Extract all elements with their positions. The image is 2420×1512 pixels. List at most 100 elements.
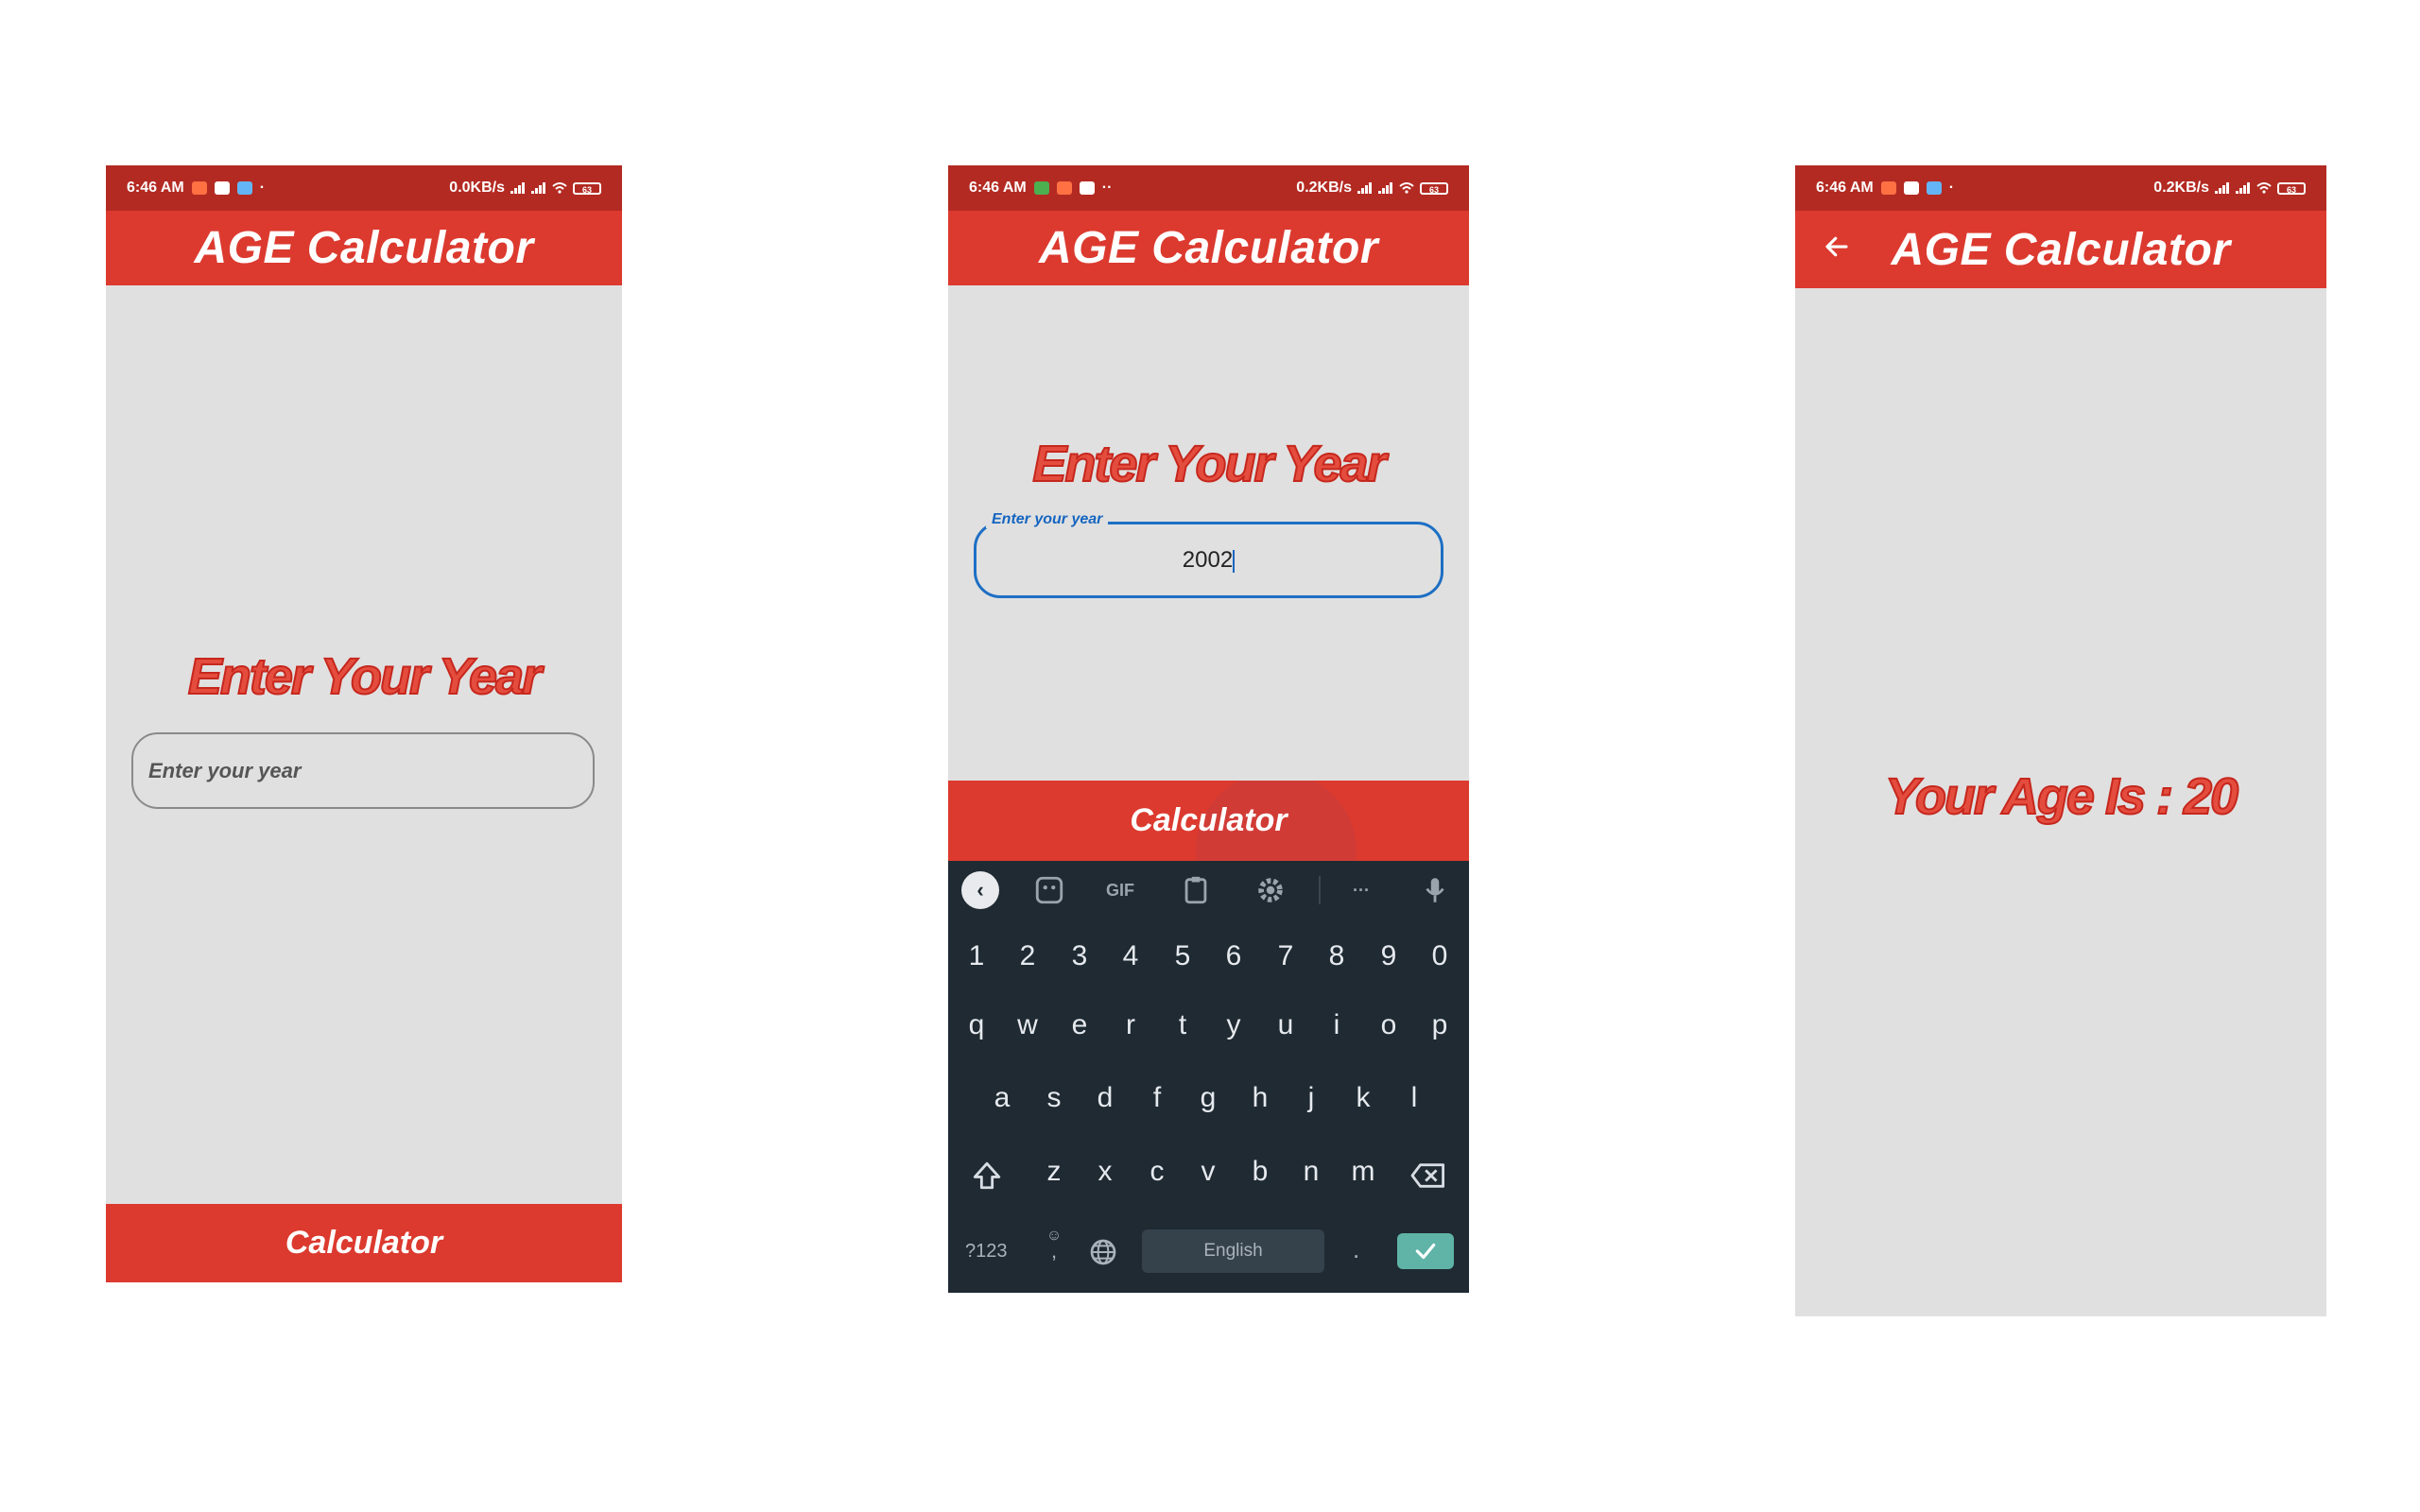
key-5[interactable]: 5 (1164, 940, 1201, 972)
app-title: AGE Calculator (1038, 223, 1379, 273)
toolbar-divider (1319, 876, 1321, 904)
network-speed: 0.2KB/s (1296, 180, 1352, 196)
key-f[interactable]: f (1138, 1082, 1176, 1114)
phone-screen-result: 6:46 AM · 0.2KB/s 63 AGE Calculator Your… (1795, 165, 2326, 1316)
year-input-floating-label: Enter your year (986, 511, 1109, 528)
key-s[interactable]: s (1035, 1082, 1073, 1114)
signal-icon (2215, 182, 2229, 194)
status-dot: · (259, 180, 266, 196)
key-g[interactable]: g (1189, 1082, 1227, 1114)
check-icon (1415, 1243, 1436, 1260)
key-i[interactable]: i (1318, 1009, 1356, 1041)
key-q[interactable]: q (958, 1009, 995, 1041)
backspace-icon[interactable] (1409, 1160, 1447, 1192)
key-d[interactable]: d (1086, 1082, 1124, 1114)
year-input[interactable]: Enter your year (131, 732, 595, 809)
battery-icon: 63 (2277, 181, 2306, 195)
space-key[interactable]: English (1142, 1229, 1324, 1273)
age-result-text: Your Age Is : 20 (1884, 767, 2239, 826)
keyboard-toolbar: ‹ GIF ··· (948, 861, 1469, 919)
key-4[interactable]: 4 (1112, 940, 1150, 972)
google-icon (1079, 181, 1095, 195)
enter-key[interactable] (1397, 1233, 1454, 1269)
app-bar: AGE Calculator (948, 211, 1469, 285)
calculator-button[interactable]: Calculator (106, 1204, 622, 1282)
wifi-icon (552, 182, 567, 194)
period-key[interactable]: . (1353, 1235, 1359, 1264)
wifi-icon (2256, 182, 2272, 194)
key-9[interactable]: 9 (1370, 940, 1408, 972)
chevron-left-icon[interactable]: ‹ (961, 871, 999, 909)
status-bar: 6:46 AM · 0.0KB/s 63 (106, 165, 622, 211)
key-l[interactable]: l (1395, 1082, 1433, 1114)
phone-screen-input-focused: 6:46 AM ·· 0.2KB/s 63 AGE Calculator Ent… (948, 165, 1469, 1293)
key-m[interactable]: m (1344, 1156, 1382, 1188)
key-a[interactable]: a (983, 1082, 1021, 1114)
emoji-comma-key[interactable]: ☺ , (1043, 1228, 1065, 1262)
key-j[interactable]: j (1292, 1082, 1330, 1114)
google-icon (1903, 181, 1919, 195)
status-time: 6:46 AM (1816, 180, 1874, 196)
signal-icon (531, 182, 545, 194)
key-o[interactable]: o (1370, 1009, 1408, 1041)
clipboard-icon[interactable] (1180, 874, 1212, 906)
key-z[interactable]: z (1035, 1156, 1073, 1188)
key-r[interactable]: r (1112, 1009, 1150, 1041)
year-input-value: 2002 (977, 547, 1441, 574)
network-speed: 0.2KB/s (2153, 180, 2209, 196)
status-dots: ·· (1101, 180, 1113, 196)
more-icon[interactable]: ··· (1345, 874, 1377, 906)
calculator-button[interactable]: Calculator (948, 781, 1469, 861)
video-notification-icon (1880, 181, 1896, 195)
key-6[interactable]: 6 (1215, 940, 1253, 972)
status-time: 6:46 AM (127, 180, 184, 196)
signal-icon (1357, 182, 1372, 194)
key-7[interactable]: 7 (1267, 940, 1305, 972)
year-input-text: 2002 (1182, 547, 1234, 573)
status-bar: 6:46 AM ·· 0.2KB/s 63 (948, 165, 1469, 211)
key-0[interactable]: 0 (1421, 940, 1459, 972)
enter-year-heading: Enter Your Year (187, 647, 543, 706)
calculator-button-label: Calculator (1130, 802, 1288, 838)
signal-icon (2236, 182, 2250, 194)
gif-button[interactable]: GIF (1099, 874, 1141, 906)
key-k[interactable]: k (1344, 1082, 1382, 1114)
key-n[interactable]: n (1292, 1156, 1330, 1188)
key-3[interactable]: 3 (1061, 940, 1098, 972)
soft-keyboard: ‹ GIF ··· 1 2 3 4 5 6 7 8 9 0 q w e r t (948, 861, 1469, 1293)
gear-icon[interactable] (1254, 874, 1287, 906)
year-input-placeholder: Enter your year (148, 759, 302, 782)
key-v[interactable]: v (1189, 1156, 1227, 1188)
key-w[interactable]: w (1009, 1009, 1046, 1041)
back-button[interactable] (1818, 228, 1856, 266)
key-e[interactable]: e (1061, 1009, 1098, 1041)
battery-icon: 63 (573, 181, 601, 195)
key-1[interactable]: 1 (958, 940, 995, 972)
symbols-key[interactable]: ?123 (965, 1241, 1008, 1263)
key-y[interactable]: y (1215, 1009, 1253, 1041)
app-bar: AGE Calculator (1795, 211, 2326, 288)
app-notification-icon (236, 181, 252, 195)
mic-icon[interactable] (1419, 874, 1451, 906)
key-x[interactable]: x (1086, 1156, 1124, 1188)
key-p[interactable]: p (1421, 1009, 1459, 1041)
key-c[interactable]: c (1138, 1156, 1176, 1188)
year-input[interactable]: Enter your year 2002 (974, 511, 1443, 598)
app-title: AGE Calculator (194, 223, 534, 273)
globe-icon[interactable] (1088, 1237, 1118, 1267)
shift-icon[interactable] (971, 1160, 1003, 1192)
key-h[interactable]: h (1241, 1082, 1279, 1114)
network-speed: 0.0KB/s (449, 180, 505, 196)
key-b[interactable]: b (1241, 1156, 1279, 1188)
app-notification-icon (1033, 181, 1049, 195)
signal-icon (510, 182, 525, 194)
key-2[interactable]: 2 (1009, 940, 1046, 972)
battery-icon: 63 (1420, 181, 1448, 195)
signal-icon (1378, 182, 1392, 194)
status-time: 6:46 AM (969, 180, 1027, 196)
key-8[interactable]: 8 (1318, 940, 1356, 972)
video-notification-icon (1056, 181, 1072, 195)
key-t[interactable]: t (1164, 1009, 1201, 1041)
sticker-icon[interactable] (1033, 874, 1065, 906)
key-u[interactable]: u (1267, 1009, 1305, 1041)
